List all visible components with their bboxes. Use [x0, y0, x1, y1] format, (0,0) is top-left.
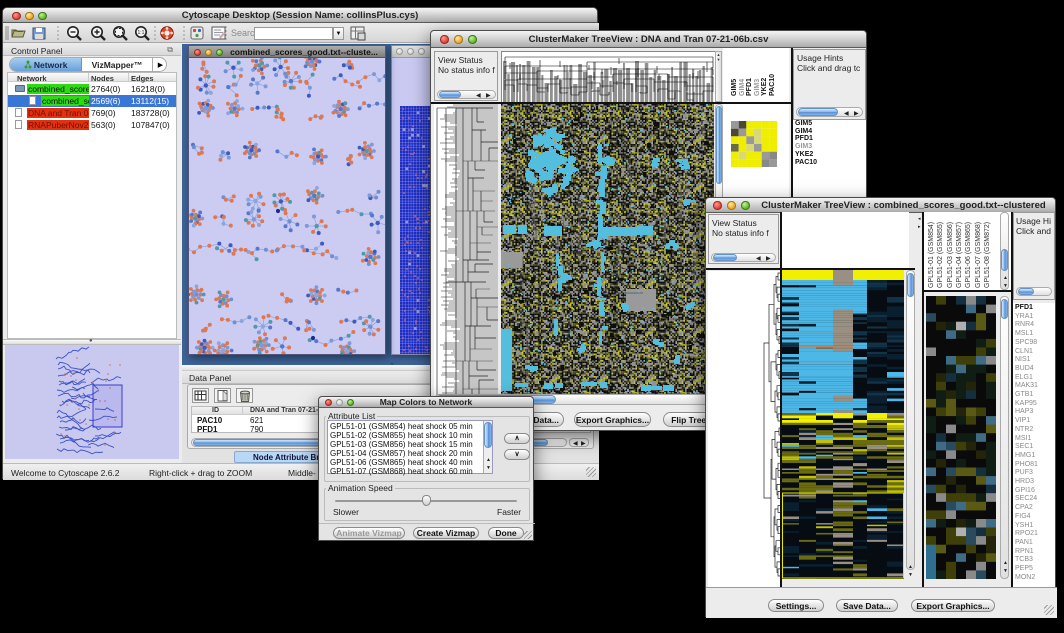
svg-text:1:1: 1:1: [138, 30, 145, 36]
